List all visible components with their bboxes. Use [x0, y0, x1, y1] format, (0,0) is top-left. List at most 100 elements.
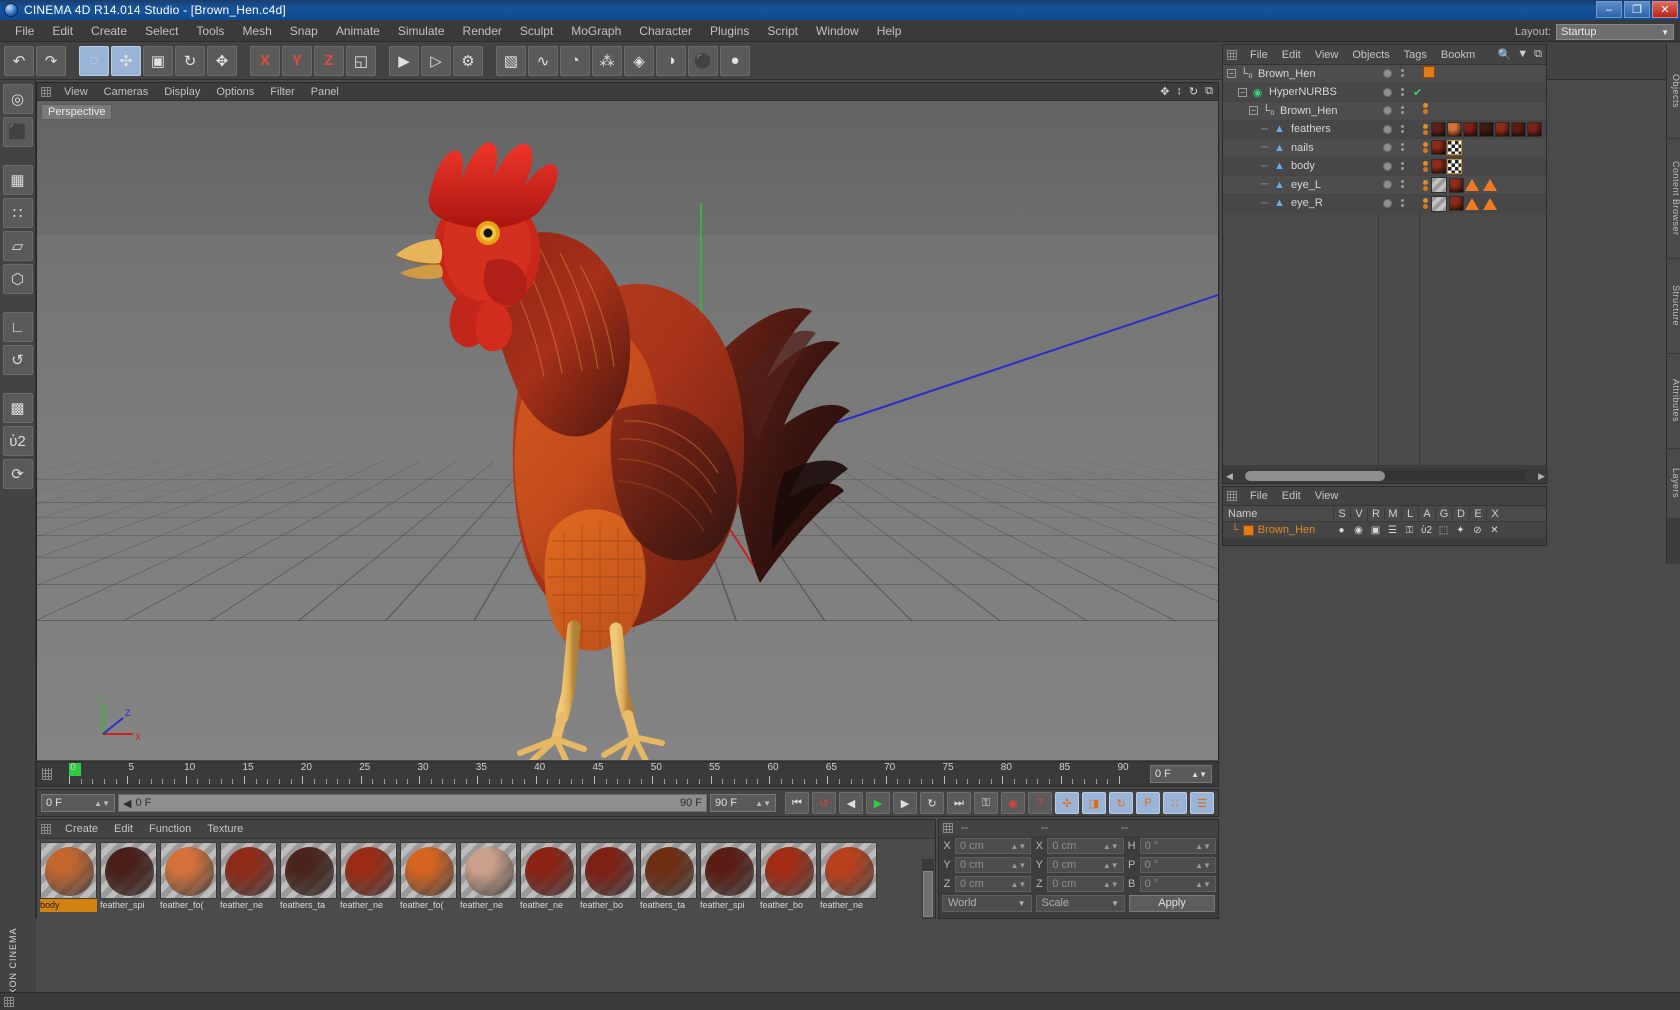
material-item[interactable]: feather_fo( — [160, 842, 217, 919]
object-row[interactable]: − ◉ HyperNURBS ✔ — [1223, 83, 1546, 102]
position-field-X[interactable]: 0 cm ▲▼ — [955, 838, 1032, 854]
menu-item-animate[interactable]: Animate — [327, 22, 389, 40]
viewport-menu-filter[interactable]: Filter — [262, 85, 302, 99]
menu-item-edit[interactable]: Edit — [43, 22, 82, 40]
play-reverse-button[interactable]: ↺ — [812, 792, 836, 814]
menu-item-mesh[interactable]: Mesh — [233, 22, 280, 40]
dot[interactable] — [1383, 161, 1392, 171]
spinner-icon[interactable]: ▲▼ — [1103, 880, 1119, 889]
timeline-scrubber[interactable]: ◀ 0 F 90 F — [118, 794, 707, 812]
points-mode-button[interactable]: ∷ — [2, 198, 33, 228]
dot[interactable] — [1383, 198, 1392, 208]
enable-axis-button[interactable]: ↺ — [2, 345, 33, 375]
checker-tag[interactable] — [1447, 158, 1462, 174]
material-swatch[interactable] — [520, 842, 577, 899]
rotation-field-P[interactable]: 0 ° ▲▼ — [1139, 857, 1216, 873]
spinner-icon[interactable]: ▲▼ — [755, 799, 771, 808]
layer-toggle-3[interactable]: ⚿ — [1401, 525, 1418, 536]
material-tag[interactable] — [1449, 196, 1464, 211]
menu-item-sculpt[interactable]: Sculpt — [511, 22, 562, 40]
redo-button[interactable]: ↷ — [36, 45, 66, 76]
visibility-dot-render[interactable] — [1401, 124, 1404, 133]
layer-solo-dot[interactable]: ● — [1333, 525, 1350, 536]
selection-tag[interactable] — [1431, 195, 1447, 212]
material-swatch[interactable] — [640, 842, 697, 899]
material-tag[interactable] — [1527, 121, 1542, 137]
rotation-field-H[interactable]: 0 ° ▲▼ — [1139, 838, 1216, 854]
dot[interactable] — [1383, 106, 1392, 115]
visibility-dot-render[interactable] — [1401, 87, 1404, 96]
workplane-mode-button[interactable]: ⟳ — [2, 459, 33, 489]
material-swatch[interactable] — [340, 842, 397, 899]
dock-tab-structure[interactable]: Structure — [1667, 259, 1680, 354]
panel-grip-icon[interactable] — [1227, 49, 1237, 60]
menu-item-create[interactable]: Create — [82, 22, 136, 40]
object-tree[interactable]: − └₀ Brown_Hen − ◉ HyperNURBS ✔ − └₀ Brown_Hen ─ ▲ f… — [1223, 65, 1546, 465]
dot[interactable] — [1383, 69, 1392, 78]
position-field-Z[interactable]: 0 cm ▲▼ — [955, 876, 1032, 892]
material-tag[interactable] — [1463, 121, 1478, 137]
expander-icon[interactable]: − — [1227, 69, 1236, 79]
spinner-icon[interactable]: ▲▼ — [1195, 880, 1211, 889]
current-frame-field[interactable]: 0 F ▲▼ — [41, 794, 115, 812]
add-scene-button[interactable]: ◑ — [656, 45, 686, 76]
step-forward-button[interactable]: ▶ — [893, 792, 917, 814]
viewport-menu-options[interactable]: Options — [208, 85, 262, 99]
spinner-icon[interactable]: ▲▼ — [1195, 861, 1211, 870]
layer-toggle-2[interactable]: ☰ — [1384, 525, 1401, 536]
material-item[interactable]: feather_bo — [760, 842, 817, 919]
layer-toggle-1[interactable]: ▣ — [1367, 525, 1384, 536]
lock-workplane-button[interactable]: ὑ2 — [2, 426, 33, 456]
filter-icon[interactable]: ▼ — [1517, 48, 1528, 61]
panel-grip-icon[interactable] — [41, 86, 51, 97]
visibility-dot-editor[interactable] — [1383, 87, 1392, 97]
apply-button[interactable]: Apply — [1129, 894, 1215, 912]
material-swatch[interactable] — [580, 842, 637, 899]
viewport-3d[interactable]: Perspective Y Z X — [37, 101, 1218, 760]
layer-menu-edit[interactable]: Edit — [1275, 489, 1308, 503]
layer-menu-file[interactable]: File — [1243, 489, 1275, 503]
panel-grip-icon[interactable] — [41, 824, 51, 834]
tag-strip[interactable] — [1423, 140, 1462, 155]
object-row[interactable]: ─ ▲ eye_R — [1223, 194, 1546, 213]
spinner-icon[interactable]: ▲▼ — [1010, 861, 1026, 870]
position-field-Y[interactable]: 0 cm ▲▼ — [955, 857, 1032, 873]
spinner-icon[interactable]: ▲▼ — [1103, 842, 1119, 851]
menu-item-script[interactable]: Script — [758, 22, 807, 40]
visibility-dot-editor[interactable] — [1383, 69, 1392, 78]
tag-strip[interactable] — [1423, 66, 1435, 78]
material-tag[interactable] — [1431, 140, 1446, 155]
material-item[interactable]: feather_ne — [820, 842, 877, 919]
phong-tag-icon[interactable] — [1483, 197, 1497, 210]
transform-mode-dropdown[interactable]: Scale ▼ — [1035, 894, 1125, 912]
minimize-button[interactable]: – — [1596, 1, 1622, 18]
layer-menu-view[interactable]: View — [1308, 489, 1346, 503]
layer-toggle-0[interactable]: ◉ — [1350, 525, 1367, 536]
visibility-dot-editor[interactable] — [1383, 198, 1392, 208]
object-menu-edit[interactable]: Edit — [1275, 48, 1308, 62]
material-tag[interactable] — [1431, 121, 1446, 137]
keyframe-help-button[interactable]: ? — [1028, 792, 1052, 814]
material-swatch[interactable] — [760, 842, 817, 899]
viewport-menu-cameras[interactable]: Cameras — [96, 85, 157, 99]
add-light-button[interactable]: ● — [720, 45, 750, 76]
visibility-dot-editor[interactable] — [1383, 161, 1392, 171]
pan-view-icon[interactable]: ✥ — [1160, 85, 1169, 98]
null-color-tag[interactable] — [1423, 66, 1435, 78]
world-object-coordinates-button[interactable]: ◱ — [346, 45, 376, 76]
material-item[interactable]: feather_bo — [580, 842, 637, 919]
material-tag[interactable] — [1511, 121, 1526, 137]
point-level-button[interactable]: ∷ — [1163, 792, 1187, 814]
panel-grip-icon[interactable] — [4, 996, 14, 1007]
phong-tag-icon[interactable] — [1465, 179, 1479, 191]
visibility-dot-render[interactable] — [1401, 198, 1404, 207]
material-item[interactable]: feather_ne — [220, 842, 277, 919]
spinner-icon[interactable]: ▲▼ — [1010, 842, 1026, 851]
layer-toggle-6[interactable]: ✦ — [1452, 525, 1469, 536]
visibility-dot-editor[interactable] — [1383, 106, 1392, 115]
layer-toggle-7[interactable]: ⊘ — [1469, 525, 1486, 536]
maximize-view-icon[interactable]: ⧉ — [1205, 85, 1213, 98]
dot[interactable] — [1383, 180, 1392, 189]
object-menu-tags[interactable]: Tags — [1397, 48, 1434, 62]
material-swatch[interactable] — [280, 842, 337, 899]
